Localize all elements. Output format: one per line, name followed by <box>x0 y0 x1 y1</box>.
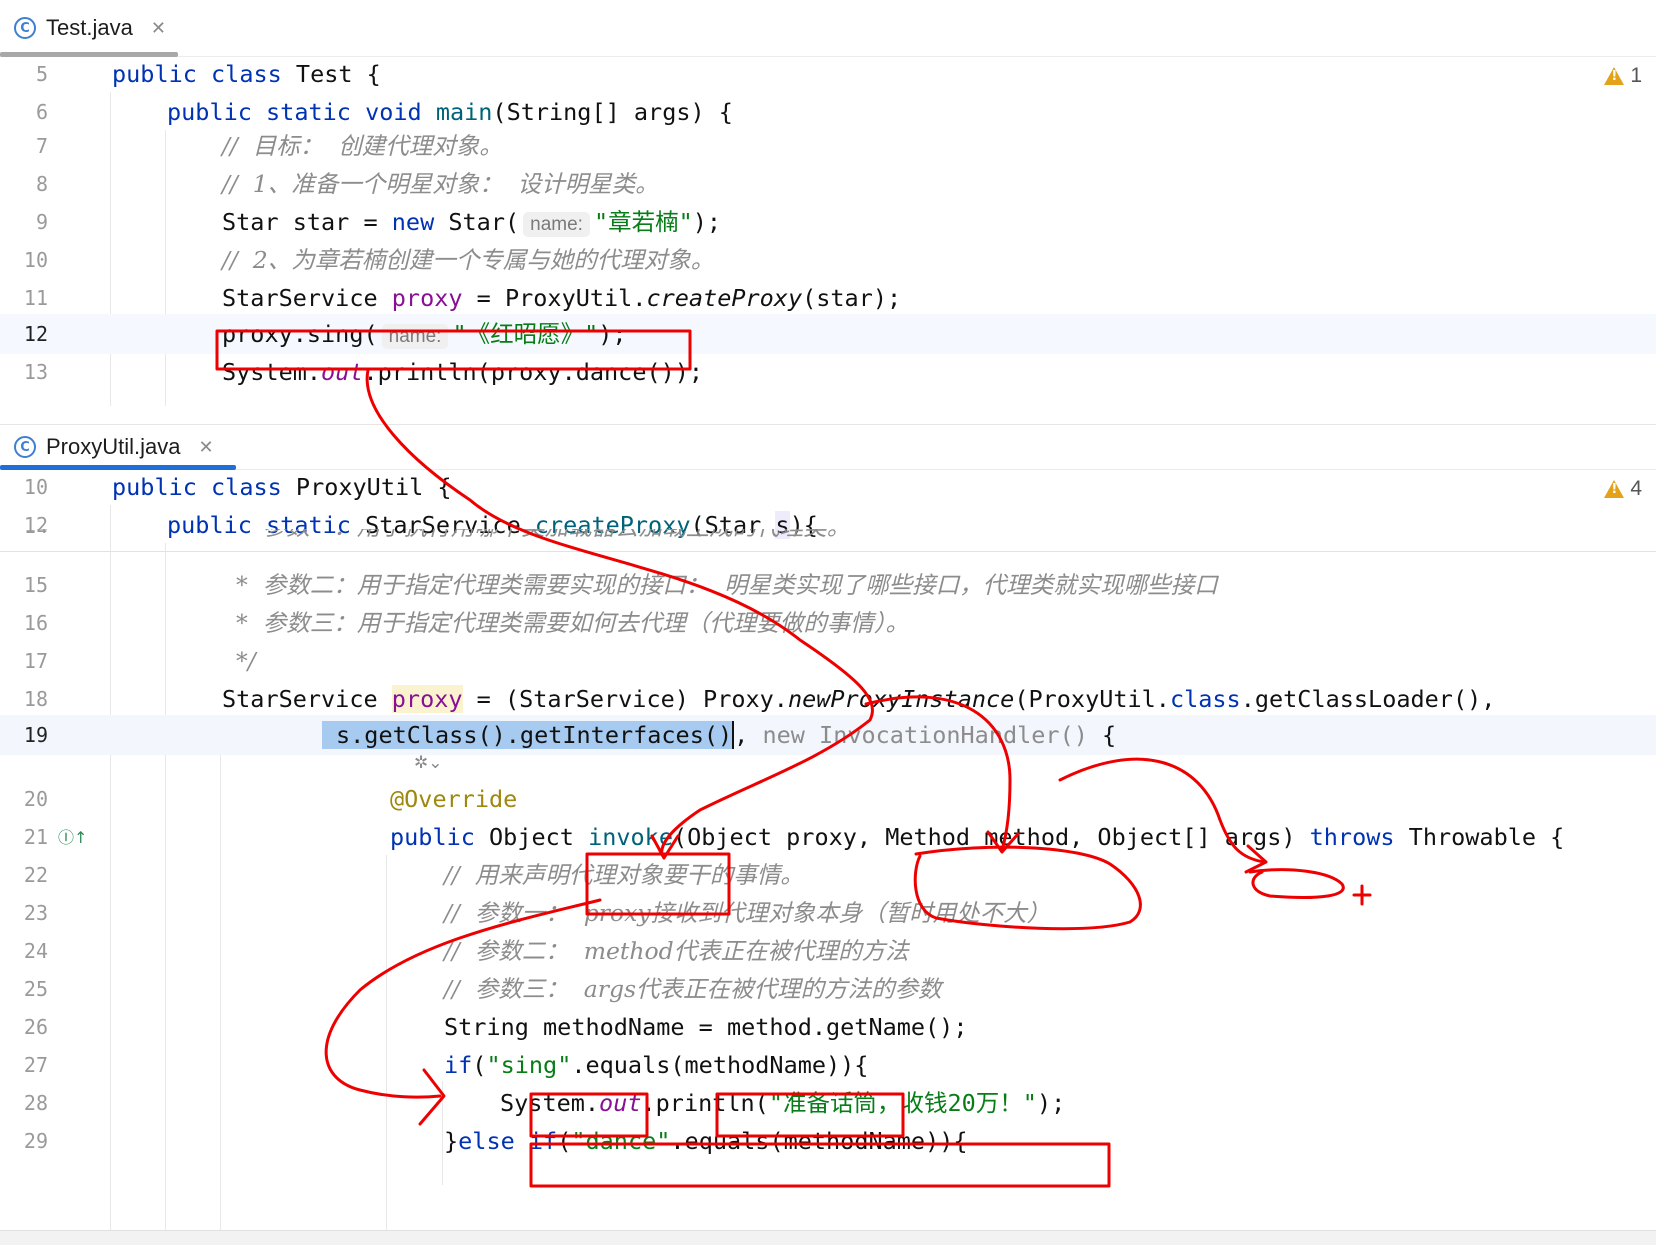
comment-text: // 参数一： proxy接收到代理对象本身（暂时用处不大） <box>444 899 1051 927</box>
line-number: 5 <box>35 62 48 86</box>
code-line: 10 public class ProxyUtil { <box>0 467 1656 507</box>
comment-text: // 目标： 创建代理对象。 <box>222 132 503 160</box>
code-text[interactable]: public Object invoke(Object proxy, Metho… <box>390 817 1564 857</box>
line-number: 24 <box>23 939 48 963</box>
code-line: 16 * 参数三：用于指定代理类需要如何去代理（代理要做的事情）。 <box>0 603 1656 643</box>
code-line-current: 19 s.getClass().getInterfaces(), new Inv… <box>0 715 1656 755</box>
code-line-current: 12 proxy.sing(name: "《红昭愿》"); <box>0 314 1656 354</box>
code-line: 29 }else if("dance".equals(methodName)){ <box>0 1121 1656 1161</box>
comment-text: * 参数三：用于指定代理类需要如何去代理（代理要做的事情）。 <box>236 609 909 637</box>
tab-label: Test.java <box>46 15 133 40</box>
line-number: 25 <box>23 977 48 1001</box>
code-line: 26 String methodName = method.getName(); <box>0 1007 1656 1047</box>
code-line: 13 System.out.println(proxy.dance()); <box>0 352 1656 392</box>
editor-pane-test: C Test.java ✕ 1 5 public class Test { 6 … <box>0 0 1656 424</box>
code-line: 28 System.out.println("准备话筒，收钱20万！"); <box>0 1083 1656 1123</box>
line-number: 19 <box>23 723 48 747</box>
code-text[interactable]: StarService proxy = (StarService) Proxy.… <box>222 679 1495 719</box>
parameter-hint: name: <box>381 324 449 349</box>
line-number: 16 <box>23 611 48 635</box>
code-line: 7 // 目标： 创建代理对象。 <box>0 126 1656 166</box>
annotation-text: @Override <box>390 785 518 813</box>
line-number: 10 <box>23 475 48 499</box>
comment-text: // 参数二： method代表正在被代理的方法 <box>444 937 909 965</box>
editor-pane-proxyutil: C ProxyUtil.java ✕ 4 10 public class Pro… <box>0 424 1656 1245</box>
code-text[interactable]: s.getClass().getInterfaces(), new Invoca… <box>322 715 1116 755</box>
code-line: 22 // 用来声明代理对象要干的事情。 <box>0 855 1656 895</box>
code-line: 10 // 2、为章若楠创建一个专属与她的代理对象。 <box>0 240 1656 280</box>
code-text[interactable]: String methodName = method.getName(); <box>444 1007 967 1047</box>
intention-icon[interactable]: ✲⌄ <box>414 753 443 773</box>
code-line: 11 StarService proxy = ProxyUtil.createP… <box>0 278 1656 318</box>
code-line: 9 Star star = new Star(name: "章若楠"); <box>0 202 1656 242</box>
line-number: 11 <box>23 286 48 310</box>
code-line: 27 if("sing".equals(methodName)){ <box>0 1045 1656 1085</box>
line-number: 28 <box>23 1091 48 1115</box>
comment-text: // 2、为章若楠创建一个专属与她的代理对象。 <box>222 246 715 274</box>
folded-code-line: 14 * 参数一：用于执行用哪个类加载器去加载生成的代理类。 <box>0 529 1656 552</box>
tab-proxyutil-java[interactable]: C ProxyUtil.java ✕ <box>0 425 236 470</box>
line-number: 9 <box>35 210 48 234</box>
comment-text: // 1、准备一个明星对象： 设计明星类。 <box>222 170 659 198</box>
code-line: 20 @Override <box>0 779 1656 819</box>
comment-text: */ <box>236 647 256 675</box>
code-line: 15 * 参数二：用于指定代理类需要实现的接口： 明星类实现了哪些接口，代理类就… <box>0 565 1656 605</box>
code-line: 25 // 参数三： args代表正在被代理的方法的参数 <box>0 969 1656 1009</box>
line-number: 17 <box>23 649 48 673</box>
parameter-hint: name: <box>523 212 590 237</box>
tab-bar-test: C Test.java ✕ <box>0 0 1656 57</box>
line-number: 13 <box>23 360 48 384</box>
code-line: 18 StarService proxy = (StarService) Pro… <box>0 679 1656 719</box>
line-number: 29 <box>23 1129 48 1153</box>
line-number: 22 <box>23 863 48 887</box>
line-number: 15 <box>23 573 48 597</box>
line-number: 10 <box>23 248 48 272</box>
line-number: 20 <box>23 787 48 811</box>
comment-text: // 参数三： args代表正在被代理的方法的参数 <box>444 975 942 1003</box>
code-line: 8 // 1、准备一个明星对象： 设计明星类。 <box>0 164 1656 204</box>
text-selection: s.getClass().getInterfaces() <box>322 721 735 749</box>
comment-text: * 参数二：用于指定代理类需要实现的接口： 明星类实现了哪些接口，代理类就实现哪… <box>236 571 1218 599</box>
line-number: 8 <box>35 172 48 196</box>
status-strip <box>0 1230 1656 1245</box>
comment-text: * 参数一：用于执行用哪个类加载器去加载生成的代理类。 <box>236 529 850 547</box>
line-number: 26 <box>23 1015 48 1039</box>
code-line: 17 */ <box>0 641 1656 681</box>
code-line: 21 Ⓘ↑ public Object invoke(Object proxy,… <box>0 817 1656 857</box>
code-text[interactable]: Star star = new Star(name: "章若楠"); <box>222 202 721 245</box>
line-number: 23 <box>23 901 48 925</box>
code-text[interactable]: System.out.println("准备话筒，收钱20万！"); <box>500 1083 1065 1123</box>
code-text[interactable]: StarService proxy = ProxyUtil.createProx… <box>222 278 901 318</box>
code-line: 23 // 参数一： proxy接收到代理对象本身（暂时用处不大） <box>0 893 1656 933</box>
tab-label: ProxyUtil.java <box>46 434 181 459</box>
code-text[interactable]: proxy.sing(name: "《红昭愿》"); <box>222 314 627 357</box>
tab-test-java[interactable]: C Test.java ✕ <box>0 0 178 57</box>
code-line: 5 public class Test { <box>0 54 1656 94</box>
line-number: 12 <box>23 322 48 346</box>
code-line: 24 // 参数二： method代表正在被代理的方法 <box>0 931 1656 971</box>
line-number: 27 <box>23 1053 48 1077</box>
close-icon[interactable]: ✕ <box>151 18 166 39</box>
line-number: 21 <box>23 825 48 849</box>
code-text[interactable]: public class ProxyUtil { <box>112 467 452 507</box>
implement-method-icon[interactable]: Ⓘ↑ <box>58 824 87 848</box>
line-number: 18 <box>23 687 48 711</box>
line-number: 14 <box>0 529 48 537</box>
code-text[interactable]: System.out.println(proxy.dance()); <box>222 352 703 392</box>
tab-bar-proxyutil: C ProxyUtil.java ✕ <box>0 425 1656 470</box>
code-text[interactable]: public class Test { <box>112 54 381 94</box>
comment-text: // 用来声明代理对象要干的事情。 <box>444 861 804 889</box>
code-text[interactable]: }else if("dance".equals(methodName)){ <box>444 1121 968 1161</box>
code-text[interactable]: if("sing".equals(methodName)){ <box>444 1045 868 1085</box>
line-number: 7 <box>35 134 48 158</box>
close-icon[interactable]: ✕ <box>198 437 213 458</box>
class-file-icon: C <box>14 436 36 458</box>
class-file-icon: C <box>14 17 36 39</box>
